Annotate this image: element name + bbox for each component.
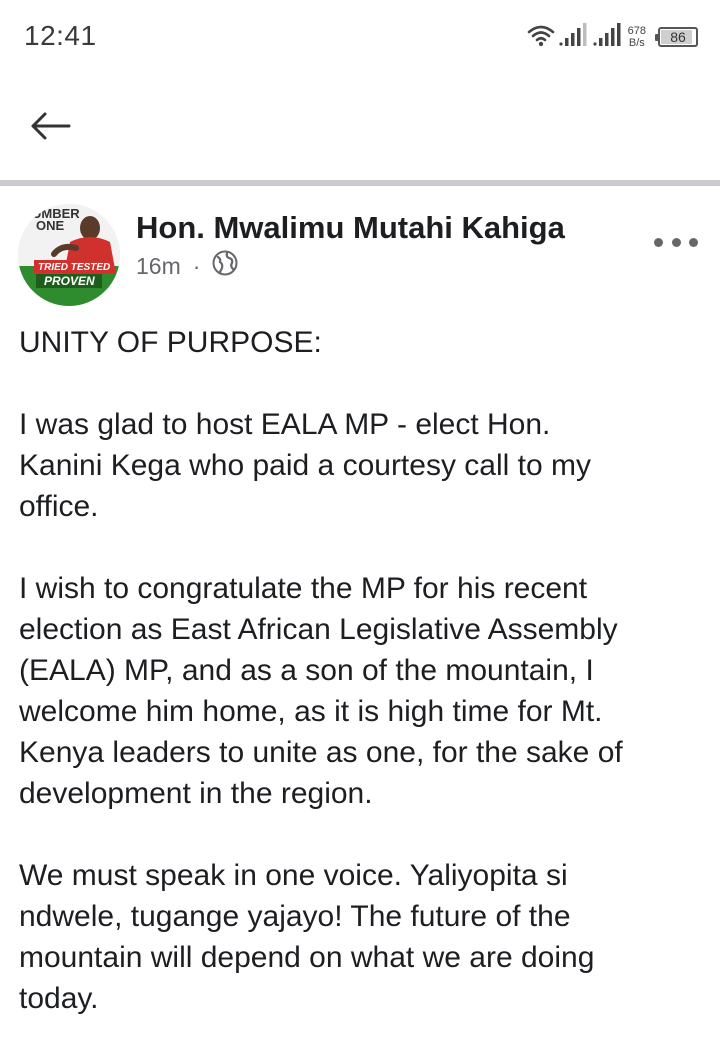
- signal-icon: [558, 22, 588, 52]
- status-icons: 678 B/s 86: [526, 20, 698, 54]
- post-paragraph: I was glad to host EALA MP - elect Hon. …: [19, 408, 591, 523]
- battery-level: 86: [670, 29, 686, 45]
- post-header: UMBER ONE TRIED TESTED PROVEN Hon. Mwali…: [0, 186, 720, 316]
- post-time[interactable]: 16m: [136, 253, 181, 280]
- avatar-banner-2: PROVEN: [44, 274, 95, 288]
- back-button[interactable]: [26, 104, 74, 152]
- more-dot-icon: [654, 237, 663, 247]
- more-options-button[interactable]: [654, 230, 698, 254]
- avatar[interactable]: UMBER ONE TRIED TESTED PROVEN: [18, 204, 120, 306]
- arrow-left-icon: [29, 111, 71, 146]
- avatar-text-top2: ONE: [36, 218, 65, 233]
- more-dot-icon: [689, 237, 698, 247]
- globe-icon: [212, 250, 238, 282]
- network-speed: 678 B/s: [628, 25, 646, 49]
- status-bar: 12:41 678 B/s 86: [0, 0, 720, 78]
- author-name[interactable]: Hon. Mwalimu Mutahi Kahiga: [136, 210, 565, 246]
- signal-icon: [592, 22, 622, 52]
- post-paragraph: I wish to congratulate the MP for his re…: [19, 572, 623, 810]
- more-dot-icon: [671, 237, 681, 247]
- wifi-icon: [526, 23, 556, 52]
- meta-separator: ·: [192, 252, 201, 279]
- status-time: 12:41: [24, 20, 97, 51]
- post-body: UNITY OF PURPOSE: I was glad to host EAL…: [19, 322, 704, 1060]
- network-speed-unit: B/s: [628, 37, 645, 49]
- app-bar: [0, 78, 720, 180]
- post-paragraph: We must speak in one voice. Yaliyopita s…: [19, 859, 595, 1015]
- network-speed-value: 678: [627, 25, 646, 37]
- post-meta: 16m ·: [136, 250, 238, 282]
- avatar-image: UMBER ONE TRIED TESTED PROVEN: [18, 204, 120, 306]
- battery-icon: 86: [655, 27, 698, 47]
- post-paragraph: UNITY OF PURPOSE:: [19, 326, 322, 359]
- avatar-banner-1: TRIED TESTED: [38, 262, 110, 273]
